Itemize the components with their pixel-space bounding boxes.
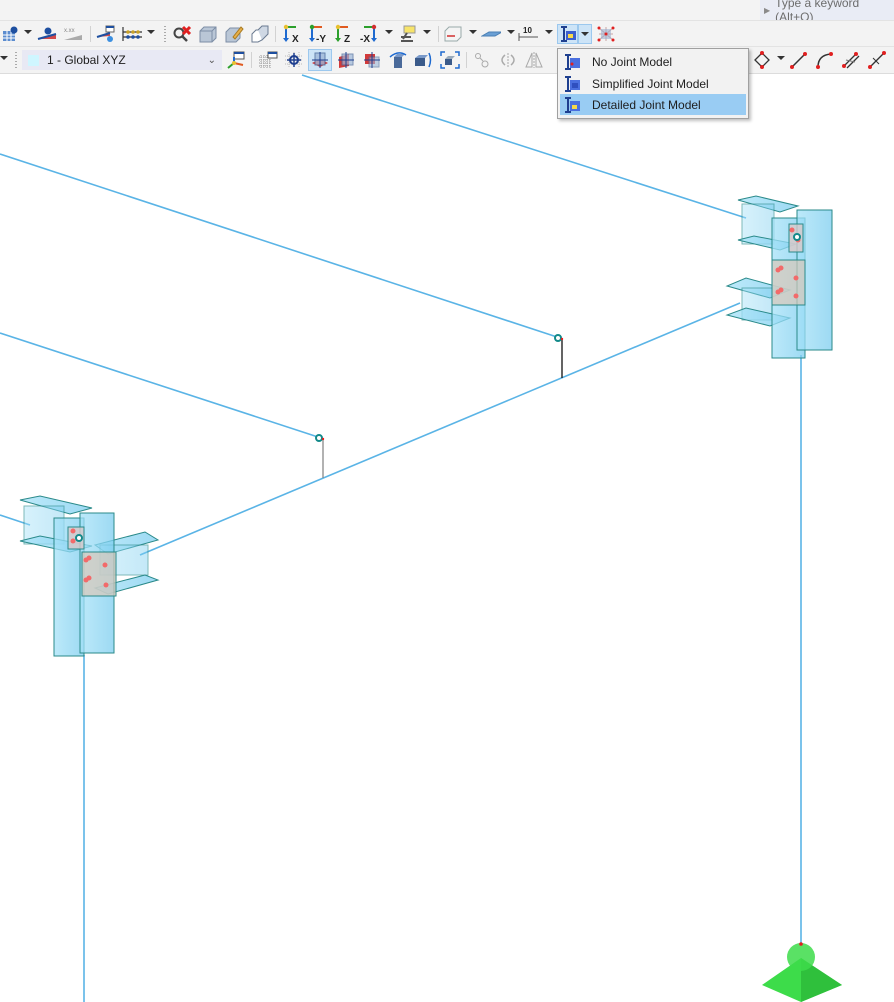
clear-selection-icon[interactable]: [172, 24, 192, 44]
view-x-icon[interactable]: X: [281, 24, 301, 44]
view-minus-y-icon[interactable]: -Y: [307, 24, 327, 44]
beam-line: [0, 153, 558, 338]
support-icon[interactable]: [762, 942, 842, 1002]
edit-box-icon[interactable]: [224, 24, 244, 44]
svg-text:10: 10: [523, 26, 532, 35]
member-settings-icon[interactable]: [96, 24, 116, 44]
section-box-icon[interactable]: [250, 24, 270, 44]
coordinate-system-swatch: [28, 54, 39, 66]
work-plane-xy-icon[interactable]: [308, 49, 332, 71]
joint-model-icon[interactable]: [557, 24, 578, 44]
arc-icon[interactable]: [815, 50, 835, 70]
wireframe-box-icon[interactable]: [443, 24, 463, 44]
work-plane-xz-icon[interactable]: [362, 50, 382, 70]
menu-item-label: Detailed Joint Model: [592, 97, 701, 112]
svg-text:X: X: [292, 34, 299, 44]
svg-text:Z: Z: [344, 34, 350, 44]
chevron-down-icon: ⌄: [207, 54, 216, 66]
view-table-icon[interactable]: [0, 24, 20, 44]
coordinate-system-select[interactable]: 1 - Global XYZ ⌄: [22, 50, 222, 70]
label-display-icon[interactable]: [37, 24, 57, 44]
view-direction-dropdown[interactable]: [385, 30, 393, 34]
detailed-joint-model-icon: [562, 95, 582, 115]
hinge-left: [315, 434, 325, 478]
separator: [466, 52, 467, 68]
view-z-icon[interactable]: Z: [333, 24, 353, 44]
toolbar-overflow-dropdown[interactable]: [0, 56, 8, 60]
svg-text:x.xx: x.xx: [64, 28, 75, 34]
number-format-icon[interactable]: x.xx: [63, 24, 83, 44]
divide-line-icon[interactable]: [867, 50, 887, 70]
hinge-mid: [554, 334, 564, 378]
node-hinge-icon: [315, 434, 323, 442]
line-icon[interactable]: [789, 50, 809, 70]
toolbar-bottom: 1 - Global XYZ ⌄: [0, 46, 894, 74]
box-view-icon[interactable]: [198, 24, 218, 44]
parallel-line-icon[interactable]: [841, 50, 861, 70]
title-bar: ▶ Type a keyword (Alt+Q): [0, 0, 894, 24]
menu-item-no-joint-model[interactable]: No Joint Model: [560, 51, 746, 72]
beam-line: [0, 332, 319, 438]
node-hinge-icon: [75, 534, 83, 542]
rotate-member-icon[interactable]: [413, 50, 433, 70]
abacus-dropdown[interactable]: [147, 30, 155, 34]
detailed-joint-right[interactable]: [725, 195, 833, 359]
rotate-plane-icon[interactable]: [388, 50, 408, 70]
rectangle-icon[interactable]: [752, 50, 772, 70]
dimension-abacus-icon[interactable]: [122, 24, 142, 44]
work-plane-yz-icon[interactable]: [336, 50, 356, 70]
view-table-dropdown[interactable]: [24, 30, 32, 34]
dimension-10-icon[interactable]: 10: [518, 24, 538, 44]
plane-dropdown[interactable]: [507, 30, 515, 34]
link-icon[interactable]: [472, 50, 492, 70]
coordinate-axes-icon[interactable]: [226, 50, 246, 70]
joint-model-dropdown[interactable]: [578, 24, 592, 44]
simplified-joint-model-icon: [562, 74, 582, 94]
separator: [251, 52, 252, 68]
separator: [438, 26, 439, 42]
plane-icon[interactable]: [481, 24, 501, 44]
expand-triangle-icon: ▶: [764, 5, 771, 15]
microscope-icon[interactable]: [397, 24, 417, 44]
svg-text:-X: -X: [360, 34, 370, 44]
keyword-search[interactable]: ▶ Type a keyword (Alt+Q): [760, 0, 894, 24]
girder-line: [139, 302, 741, 556]
separator: [90, 26, 91, 42]
view-minus-x-icon[interactable]: -X: [359, 24, 379, 44]
coordinate-system-value: 1 - Global XYZ: [47, 53, 126, 67]
model-viewport[interactable]: [0, 73, 894, 1002]
menu-item-detailed-joint-model[interactable]: Detailed Joint Model: [560, 94, 746, 115]
menu-item-simplified-joint-model[interactable]: Simplified Joint Model: [560, 73, 746, 94]
microscope-dropdown[interactable]: [423, 30, 431, 34]
rotate-view-icon[interactable]: [498, 50, 518, 70]
menu-item-label: Simplified Joint Model: [592, 76, 709, 91]
toolbar-grip: [15, 52, 17, 68]
separator: [275, 26, 276, 42]
toolbar-grip: [164, 26, 166, 42]
node-hinge-icon: [793, 233, 801, 241]
mesh-points-icon[interactable]: [596, 24, 616, 44]
fit-plane-icon[interactable]: [440, 50, 460, 70]
node-hinge-icon: [554, 334, 562, 342]
wireframe-dropdown[interactable]: [469, 30, 477, 34]
joint-model-menu: No Joint Model Simplified Joint Model De…: [557, 48, 749, 119]
svg-text:-Y: -Y: [316, 34, 326, 44]
toolbar-top: x.xx X -Y Z -X 10: [0, 20, 894, 47]
no-joint-model-icon: [562, 52, 582, 72]
rectangle-dropdown[interactable]: [777, 56, 785, 60]
grid-icon[interactable]: [258, 50, 278, 70]
detailed-joint-left[interactable]: [19, 495, 160, 657]
menu-item-label: No Joint Model: [592, 54, 673, 69]
snap-point-icon[interactable]: [284, 50, 304, 70]
mirror-icon[interactable]: [524, 50, 544, 70]
dimension-dropdown[interactable]: [545, 30, 553, 34]
